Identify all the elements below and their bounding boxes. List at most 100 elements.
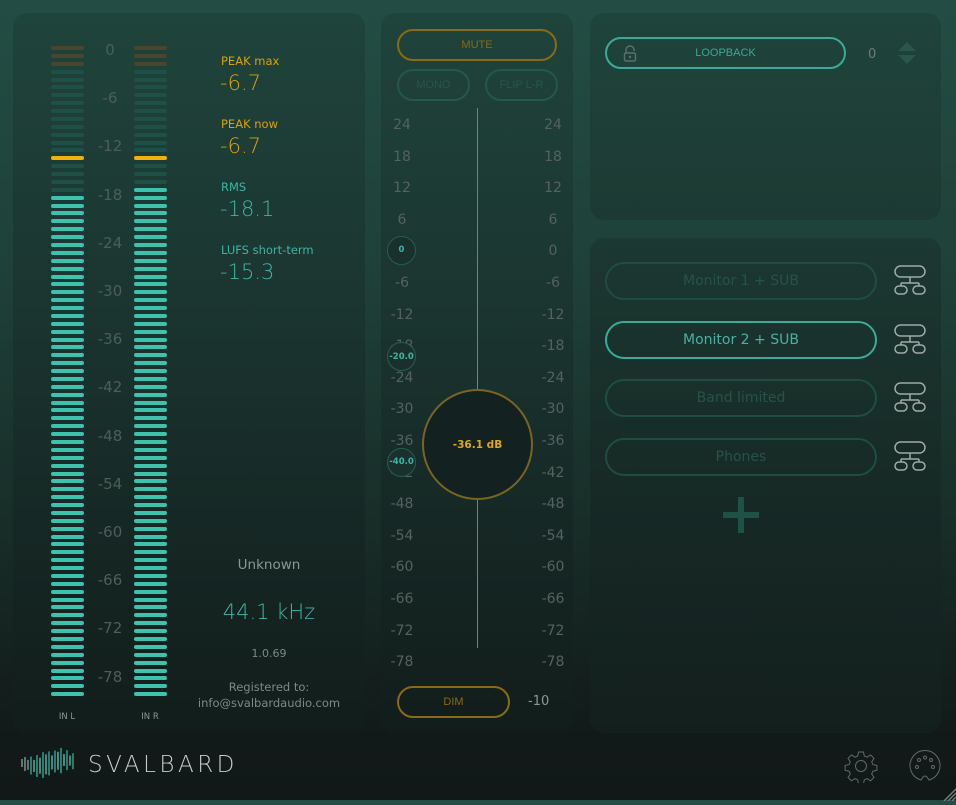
meter-segment — [134, 172, 167, 177]
meter-segment — [134, 195, 167, 200]
meter-scale-label: -24 — [97, 233, 123, 252]
meter-segment — [134, 109, 167, 114]
meter-scale-label: -48 — [97, 426, 123, 445]
fader-tick-label: 12 — [544, 180, 562, 197]
fader-knob[interactable]: -36.1 dB — [422, 389, 533, 501]
add-output-button[interactable] — [723, 497, 759, 533]
routing-icon[interactable] — [893, 381, 927, 415]
fader-preset-button[interactable]: 0 — [387, 235, 416, 265]
meter-segment — [134, 219, 167, 224]
meter-segment — [51, 542, 84, 547]
fader-tick-label: -6 — [395, 275, 409, 291]
meter-segment — [51, 282, 84, 287]
dim-value[interactable]: -10 — [528, 694, 564, 709]
meter-segment — [134, 463, 167, 468]
meter-segment — [134, 361, 167, 366]
routing-icon[interactable] — [893, 264, 927, 298]
meter-segment — [134, 353, 167, 358]
meter-segment — [134, 46, 167, 50]
fader-tick-label: 18 — [393, 148, 411, 165]
output-preset-button[interactable]: Band limited — [605, 379, 877, 417]
meter-segment — [134, 408, 167, 413]
meter-segment — [134, 495, 167, 500]
meter-segment — [51, 566, 84, 571]
midi-button[interactable] — [908, 749, 942, 783]
fader-tick-label: -54 — [390, 527, 414, 544]
routing-icon[interactable] — [893, 440, 927, 474]
resize-handle[interactable] — [942, 786, 956, 802]
version: 1.0.69 — [251, 647, 287, 660]
meter-segment — [51, 101, 84, 106]
rms-value: -18.1 — [220, 197, 275, 221]
meter-segment — [134, 156, 167, 161]
fader-track[interactable] — [477, 108, 478, 648]
loopback-button[interactable]: LOOPBACK — [605, 37, 846, 69]
meter-segment — [134, 93, 167, 98]
meter-segment — [51, 172, 84, 177]
meter-segment — [134, 471, 167, 476]
flip-lr-button[interactable]: FLIP L-R — [485, 69, 558, 101]
meter-segment — [134, 337, 167, 342]
fader-preset-button[interactable]: -40.0 — [387, 447, 416, 477]
meter-segment — [134, 164, 167, 169]
meter-segment — [51, 211, 84, 216]
meter-segment — [134, 376, 167, 381]
meter-segment — [51, 463, 84, 468]
meter-segment — [51, 353, 84, 358]
output-preset-button[interactable]: Monitor 2 + SUB — [605, 320, 877, 359]
meter-scale-label: -66 — [97, 571, 123, 590]
device-name: Unknown — [237, 557, 301, 573]
meter-segment — [51, 195, 84, 200]
outputs-panel — [590, 238, 941, 733]
fader-tick-label: -54 — [541, 527, 565, 544]
meter-segment — [134, 432, 167, 437]
meter-segment — [134, 243, 167, 247]
loopback-label: LOOPBACK — [695, 47, 756, 59]
meter-segment — [134, 61, 167, 66]
meter-segment — [51, 597, 84, 602]
fader-preset-button[interactable]: -20.0 — [387, 342, 416, 372]
arrow-up-icon — [898, 42, 916, 51]
meter-segment — [51, 250, 84, 255]
meter-segment — [134, 479, 167, 484]
meter-scale-label: -12 — [97, 137, 123, 156]
meter-scale-label: -72 — [97, 619, 123, 638]
meter-segment — [134, 321, 167, 326]
loopback-stepper[interactable] — [896, 41, 918, 65]
fader-tick-label: -78 — [541, 654, 565, 671]
meter-segment — [134, 581, 167, 586]
meter-segment — [51, 668, 84, 673]
meter-segment — [134, 518, 167, 523]
mono-button[interactable]: MONO — [397, 69, 470, 101]
mute-button[interactable]: MUTE — [397, 29, 557, 61]
svalbard-logo — [20, 747, 78, 782]
meter-segment — [134, 266, 167, 271]
meter-segment — [134, 542, 167, 547]
fader-tick-label: 6 — [397, 211, 407, 228]
meter-segment — [134, 306, 167, 311]
settings-button[interactable] — [844, 749, 878, 785]
meter-scale-label: -6 — [102, 89, 118, 108]
output-preset-button[interactable]: Phones — [605, 437, 877, 476]
dim-button[interactable]: DIM — [397, 686, 510, 718]
fader-tick-label: -12 — [541, 306, 565, 323]
sample-rate: 44.1 kHz — [222, 600, 316, 624]
meter-segment — [134, 69, 167, 74]
meter-segment — [134, 644, 167, 649]
meter-segment — [51, 53, 84, 58]
fader-tick-label: 6 — [548, 211, 558, 228]
meter-segment — [51, 235, 84, 240]
meter-segment — [51, 621, 84, 626]
output-preset-button[interactable]: Monitor 1 + SUB — [605, 262, 877, 300]
meter-segment — [51, 432, 84, 437]
meter-segment — [51, 416, 84, 421]
fader-tick-label: -36 — [541, 433, 565, 449]
meter-segment — [51, 109, 84, 114]
meter-segment — [51, 290, 84, 295]
fader-tick-label: -66 — [541, 591, 565, 607]
meter-segment — [134, 140, 167, 145]
meter-label-right: IN R — [141, 712, 159, 722]
routing-icon[interactable] — [893, 323, 927, 357]
loopback-value: 0 — [868, 47, 877, 62]
meter-segment — [51, 156, 84, 161]
